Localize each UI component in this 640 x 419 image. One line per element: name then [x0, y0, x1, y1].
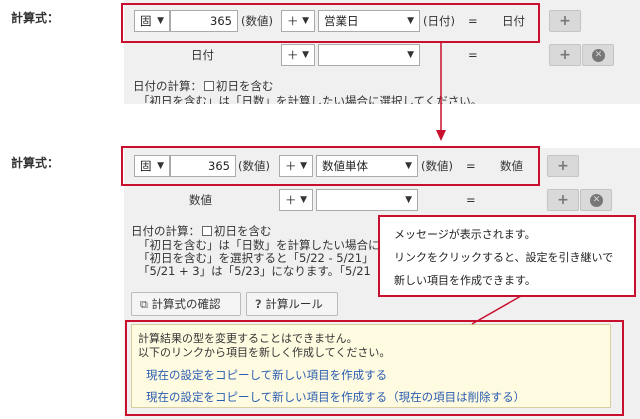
- bottom-row2-operator-value: ＋: [285, 193, 297, 207]
- chevron-down-icon: ▼: [300, 195, 307, 205]
- top-row2-remove-button[interactable]: ✕: [582, 44, 614, 66]
- bottom-date-calc-label: 日付の計算：: [131, 224, 200, 238]
- arrow-down-icon: [436, 42, 446, 141]
- top-highlight-box: [121, 3, 540, 43]
- bottom-date-calc-row: 日付の計算： 初日を含む: [131, 224, 272, 238]
- bottom-row2-label: 数値: [189, 193, 212, 207]
- top-date-calc-row: 日付の計算： 初日を含む: [133, 79, 274, 93]
- chevron-down-icon: ▼: [405, 195, 412, 205]
- top-row2-label: 日付: [191, 48, 214, 62]
- bottom-row2-add-button[interactable]: +: [547, 189, 579, 211]
- bottom-highlight-box: [121, 146, 540, 186]
- bottom-notes-clip: 「初日を含む」は「日数」を計算したい場合に選 「初日を含む」を選択すると「5/2…: [138, 238, 378, 280]
- bottom-add-row-button[interactable]: +: [547, 155, 579, 177]
- bottom-note-line-1: 「初日を含む」は「日数」を計算したい場合に選: [138, 238, 378, 252]
- top-date-calc-label: 日付の計算：: [133, 79, 202, 93]
- bottom-row2-operator-select[interactable]: ＋ ▼: [279, 189, 313, 211]
- callout-line-3: 新しい項目を作成できます。: [394, 274, 536, 287]
- top-row2-field-select[interactable]: ▼: [318, 44, 420, 66]
- bottom-first-day-checkbox[interactable]: [202, 226, 212, 236]
- top-add-row-button[interactable]: +: [549, 10, 581, 32]
- formula-rules-button[interactable]: ? 計算ルール: [246, 292, 338, 316]
- top-row2-operator-select[interactable]: ＋ ▼: [281, 44, 315, 66]
- bottom-label-column: [0, 148, 124, 419]
- copy-icon: ⧉: [140, 298, 148, 311]
- question-icon: ?: [255, 297, 262, 311]
- top-note-line: 「初日を含む」は「日数」を計算したい場合に選択してください。: [138, 94, 483, 104]
- bottom-row2-field-select[interactable]: ▼: [316, 189, 418, 211]
- warning-highlight-box: [125, 320, 624, 416]
- top-row2-add-button[interactable]: +: [549, 44, 581, 66]
- top-first-day-label: 初日を含む: [216, 79, 274, 93]
- formula-rules-label: 計算ルール: [265, 297, 323, 311]
- top-first-day-checkbox[interactable]: [204, 81, 214, 91]
- callout-line-1: メッセージが表示されます。: [394, 228, 536, 241]
- bottom-note-line-2: 「初日を含む」を選択すると「5/22 - 5/21」: [138, 251, 374, 265]
- chevron-down-icon: ▼: [302, 50, 309, 60]
- chevron-down-icon: ▼: [407, 50, 414, 60]
- callout-pointer: [471, 292, 529, 325]
- bottom-note-line-3: 「5/21 + 3」は「5/23」になります。「5/21: [138, 264, 371, 278]
- confirm-formula-label: 計算式の確認: [151, 297, 221, 311]
- close-circle-icon: ✕: [590, 194, 603, 207]
- top-note-clip: 「初日を含む」は「日数」を計算したい場合に選択してください。: [138, 94, 538, 104]
- explanation-callout: メッセージが表示されます。 リンクをクリックすると、設定を引き継いで 新しい項目…: [378, 215, 636, 297]
- bottom-row2-equals-sign: =: [466, 193, 476, 207]
- callout-line-2: リンクをクリックすると、設定を引き継いで: [394, 251, 614, 264]
- bottom-row2-remove-button[interactable]: ✕: [580, 189, 612, 211]
- confirm-formula-button[interactable]: ⧉ 計算式の確認: [131, 292, 241, 316]
- bottom-first-day-label: 初日を含む: [214, 224, 272, 238]
- top-row2-operator-value: ＋: [287, 48, 299, 62]
- top-row2-equals-sign: =: [468, 48, 478, 62]
- close-circle-icon: ✕: [592, 49, 605, 62]
- top-section-label: 計算式：: [11, 11, 60, 25]
- bottom-section-label: 計算式：: [11, 156, 60, 170]
